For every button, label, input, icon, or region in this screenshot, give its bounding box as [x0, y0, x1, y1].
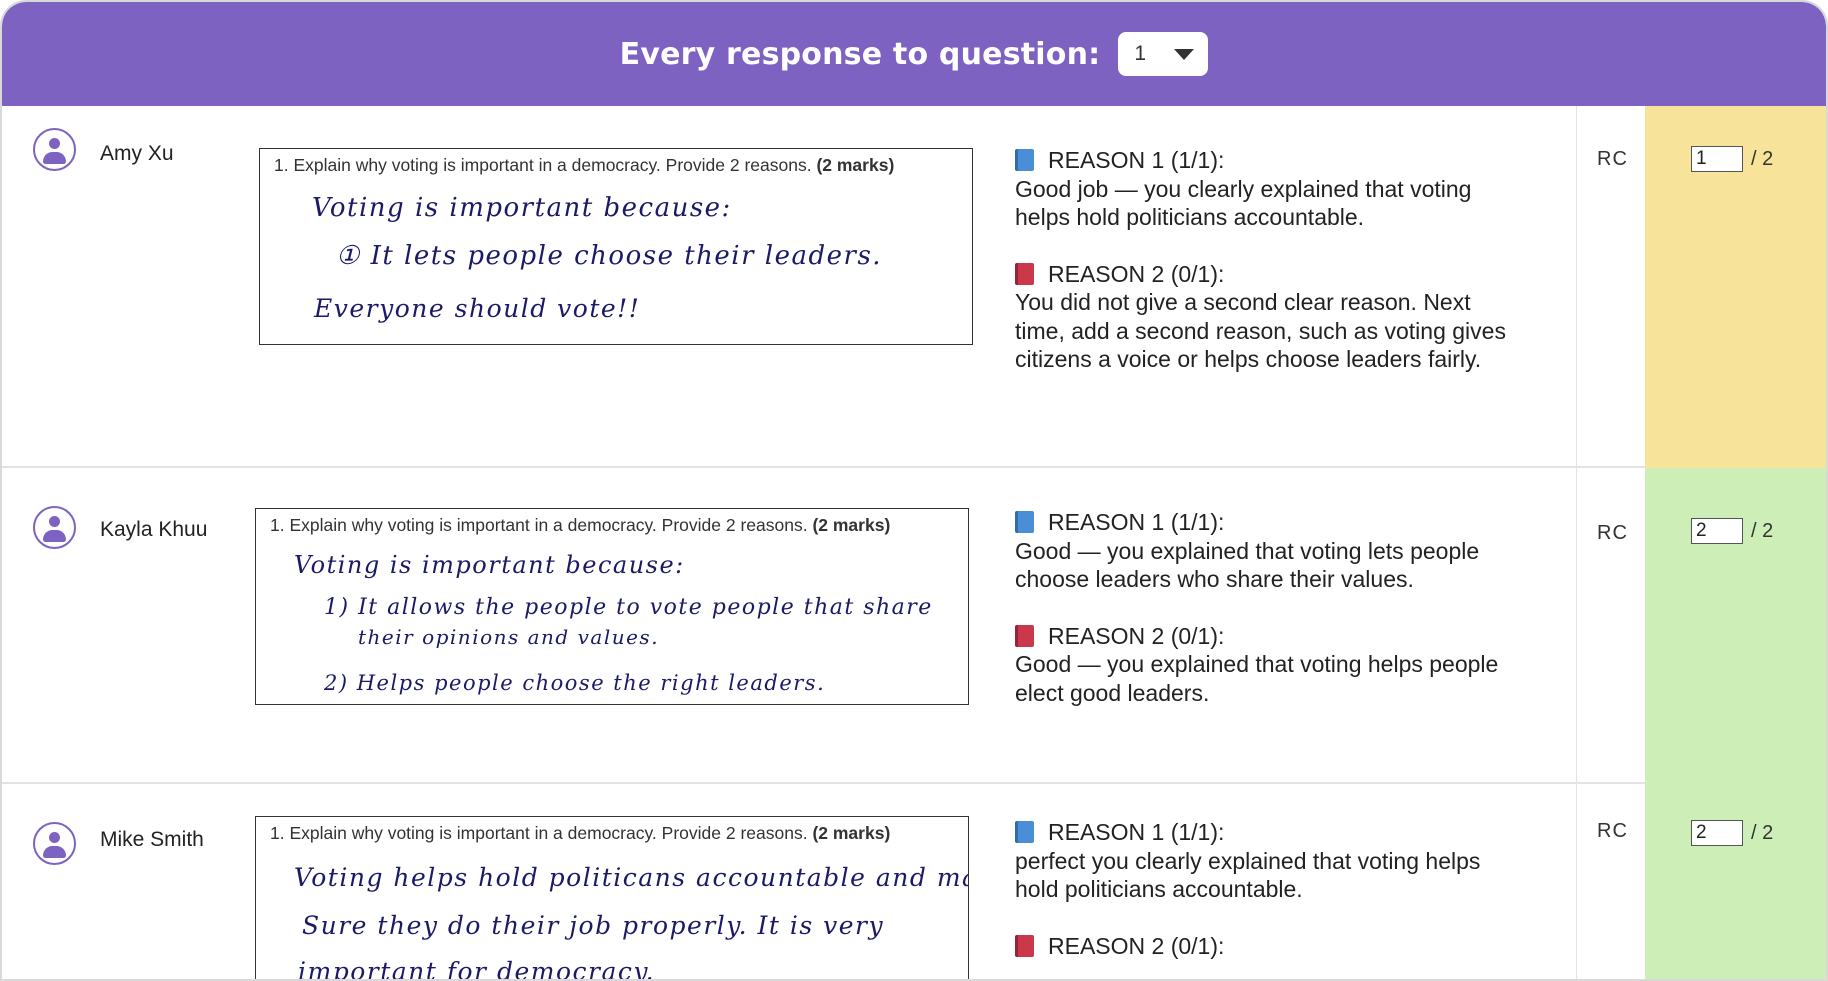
score-input[interactable]: 2: [1691, 518, 1743, 544]
handwritten-line: Voting is important because:: [312, 193, 732, 223]
red-book-icon: [1015, 934, 1034, 957]
feedback-reason-2: REASON 2 (0/1):: [1015, 932, 1525, 961]
responses-panel: Every response to question: 1 Amy Xu 1. …: [0, 0, 1828, 981]
avatar-icon: [33, 506, 76, 549]
feedback-text: Good — you explained that voting lets pe…: [1015, 537, 1480, 593]
feedback-heading: REASON 1 (1/1):: [1048, 147, 1225, 173]
avatar-icon: [33, 128, 76, 171]
score-input[interactable]: 2: [1691, 820, 1743, 846]
blue-book-icon: [1015, 511, 1034, 534]
response-row: Kayla Khuu 1. Explain why voting is impo…: [2, 468, 1826, 784]
header-bar: Every response to question: 1: [2, 2, 1826, 106]
question-text: 1. Explain why voting is important in a …: [274, 155, 895, 175]
question-text: 1. Explain why voting is important in a …: [270, 515, 891, 535]
feedback-heading: REASON 2 (0/1):: [1048, 932, 1225, 959]
handwritten-line: 1) It allows the people to vote people t…: [324, 595, 933, 620]
feedback-reason-2: REASON 2 (0/1): You did not give a secon…: [1015, 260, 1525, 374]
student-name: Amy Xu: [100, 142, 174, 165]
score-cell: 2 / 2: [1645, 784, 1826, 979]
feedback-panel: REASON 1 (1/1): perfect you clearly expl…: [1015, 818, 1525, 979]
question-select-value: 1: [1134, 42, 1147, 65]
red-book-icon: [1015, 262, 1034, 285]
grader-initials: RC: [1597, 522, 1628, 544]
handwritten-line: Everyone should vote!!: [314, 294, 641, 323]
student-name: Mike Smith: [100, 828, 204, 851]
score-input[interactable]: 1: [1691, 146, 1743, 172]
avatar-icon: [33, 822, 76, 865]
feedback-reason-2: REASON 2 (0/1): Good — you explained tha…: [1015, 622, 1525, 708]
student-name: Kayla Khuu: [100, 518, 208, 541]
max-score: / 2: [1751, 519, 1774, 542]
handwritten-line: Voting helps hold politicans accountable…: [294, 863, 969, 892]
feedback-heading: REASON 1 (1/1):: [1048, 509, 1225, 535]
header-title: Every response to question:: [619, 36, 1101, 72]
feedback-heading: REASON 2 (0/1):: [1048, 260, 1225, 287]
feedback-heading: REASON 1 (1/1):: [1048, 819, 1225, 845]
handwritten-line: Voting is important because:: [294, 551, 685, 579]
max-score: / 2: [1751, 147, 1774, 170]
feedback-panel: REASON 1 (1/1): Good — you explained tha…: [1015, 508, 1525, 735]
handwritten-line: important for democracy.: [298, 957, 656, 981]
handwritten-line: ① It lets people choose their leaders.: [336, 241, 883, 271]
answer-image: 1. Explain why voting is important in a …: [255, 816, 969, 981]
chevron-down-icon: [1174, 49, 1195, 60]
feedback-reason-1: REASON 1 (1/1): Good — you explained tha…: [1015, 508, 1525, 594]
feedback-text: Good job — you clearly explained that vo…: [1015, 175, 1472, 231]
feedback-text: You did not give a second clear reason. …: [1015, 289, 1506, 372]
response-row: Amy Xu 1. Explain why voting is importan…: [2, 106, 1826, 468]
answer-image: 1. Explain why voting is important in a …: [255, 508, 969, 705]
handwritten-line: Sure they do their job properly. It is v…: [302, 911, 885, 940]
blue-book-icon: [1015, 149, 1034, 172]
question-select[interactable]: 1: [1118, 32, 1209, 76]
feedback-text: Good — you explained that voting helps p…: [1015, 651, 1499, 706]
response-row: Mike Smith 1. Explain why voting is impo…: [2, 784, 1826, 981]
feedback-reason-1: REASON 1 (1/1): perfect you clearly expl…: [1015, 818, 1525, 904]
feedback-text: perfect you clearly explained that votin…: [1015, 847, 1481, 903]
feedback-heading: REASON 2 (0/1):: [1048, 622, 1225, 649]
red-book-icon: [1015, 624, 1034, 647]
grader-initials: RC: [1597, 820, 1628, 842]
feedback-reason-1: REASON 1 (1/1): Good job — you clearly e…: [1015, 146, 1525, 232]
question-text: 1. Explain why voting is important in a …: [270, 823, 891, 843]
answer-image: 1. Explain why voting is important in a …: [259, 148, 973, 345]
score-cell: 2 / 2: [1645, 468, 1826, 784]
max-score: / 2: [1751, 821, 1774, 844]
blue-book-icon: [1015, 821, 1034, 844]
handwritten-line: their opinions and values.: [358, 625, 660, 649]
handwritten-line: 2) Helps people choose the right leaders…: [324, 671, 826, 695]
grader-initials: RC: [1597, 148, 1628, 170]
score-cell: 1 / 2: [1645, 106, 1826, 468]
feedback-panel: REASON 1 (1/1): Good job — you clearly e…: [1015, 146, 1525, 402]
